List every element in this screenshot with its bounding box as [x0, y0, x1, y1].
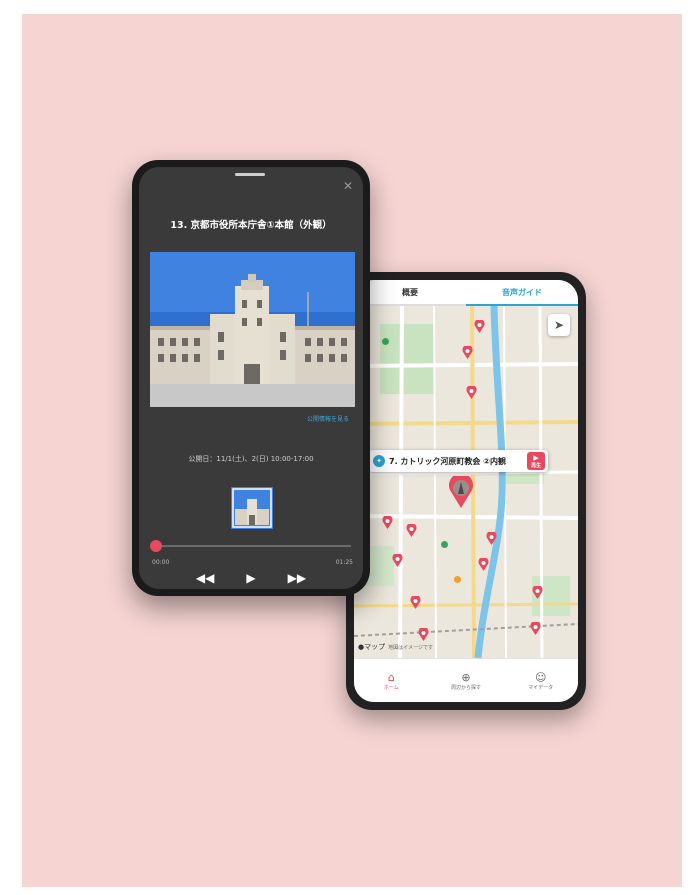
map-note: 地図はイメージです — [388, 645, 434, 651]
shop-icon — [454, 576, 461, 583]
fast-forward-icon[interactable]: ▶▶ — [288, 571, 306, 585]
park-icon — [382, 338, 389, 345]
audio-title: 13. 京都市役所本庁舎①本館（外観） — [170, 220, 332, 231]
sheet-handle[interactable] — [235, 173, 265, 176]
poi-pin[interactable] — [466, 386, 477, 399]
progress-knob[interactable] — [150, 540, 162, 552]
tab-overview[interactable]: 概要 — [354, 280, 466, 306]
player-controls: ◀◀ ▶ ▶▶ — [139, 571, 363, 585]
nav-nearby[interactable]: ⊕ 周辺から探す — [429, 659, 504, 702]
nav-home-label: ホーム — [383, 685, 399, 691]
callout-label: 7. カトリック河原町教会 ②内観 — [389, 456, 506, 466]
poi-pin[interactable] — [486, 532, 497, 545]
map-footer: ●マップ 地図はイメージです — [358, 642, 433, 652]
spot-callout[interactable]: ✦ 7. カトリック河原町教会 ②内観 ▶ 再生 — [368, 450, 548, 472]
open-hours: 公開日：11/1(土)、2(日) 10:00-17:00 — [188, 455, 314, 463]
map-screen: 概要 音声ガイド ➤ ✦ 7. カトリック河原町教会 ②内観 ▶ 再生 ●マップ… — [354, 280, 578, 702]
poi-pin[interactable] — [474, 320, 485, 333]
guide-icon: ✦ — [373, 455, 385, 467]
rewind-icon[interactable]: ◀◀ — [196, 571, 214, 585]
nav-mydata[interactable]: ☺ マイデータ — [503, 659, 578, 702]
poi-pin[interactable] — [530, 622, 541, 635]
play-label: 再生 — [530, 462, 541, 469]
home-icon: ⌂ — [387, 671, 395, 684]
map-tab-bar: 概要 音声ガイド — [354, 280, 578, 306]
station-icon — [441, 541, 448, 548]
audio-screen: ✕ 13. 京都市役所本庁舎①本館（外観） 公開情報を見る 公開日：11/1(土… — [139, 167, 363, 589]
photo-info-link[interactable]: 公開情報を見る — [307, 414, 349, 423]
bottom-nav: ⌂ ホーム ⊕ 周辺から探す ☺ マイデータ — [354, 658, 578, 702]
poi-pin[interactable] — [410, 596, 421, 609]
poi-pin[interactable] — [406, 524, 417, 537]
map-phone: 概要 音声ガイド ➤ ✦ 7. カトリック河原町教会 ②内観 ▶ 再生 ●マップ… — [346, 272, 586, 710]
play-icon[interactable]: ▶ — [246, 571, 255, 585]
tab-audio-guide[interactable]: 音声ガイド — [466, 280, 578, 306]
map-label: ●マップ — [358, 643, 386, 651]
play-button[interactable]: ▶ 再生 — [527, 452, 545, 470]
user-icon: ☺ — [534, 671, 547, 684]
map-view[interactable]: ➤ ✦ 7. カトリック河原町教会 ②内観 ▶ 再生 ●マップ 地図はイメージで… — [354, 306, 578, 658]
audio-phone: ✕ 13. 京都市役所本庁舎①本館（外観） 公開情報を見る 公開日：11/1(土… — [132, 160, 370, 596]
nav-nearby-label: 周辺から探す — [451, 685, 482, 691]
building-photo — [150, 252, 355, 407]
locate-icon[interactable]: ➤ — [548, 314, 570, 336]
time-current: 00:00 — [152, 559, 170, 566]
close-icon[interactable]: ✕ — [343, 179, 353, 193]
selected-pin[interactable] — [448, 476, 474, 508]
search-nearby-icon: ⊕ — [461, 671, 471, 684]
poi-pin[interactable] — [392, 554, 403, 567]
track-thumbnail[interactable] — [231, 487, 273, 529]
poi-pin[interactable] — [382, 516, 393, 529]
nav-mydata-label: マイデータ — [528, 685, 554, 691]
progress-track[interactable] — [161, 545, 351, 547]
poi-pin[interactable] — [418, 628, 429, 641]
time-total: 01:25 — [335, 559, 353, 566]
poi-pin[interactable] — [462, 346, 473, 359]
poi-pin[interactable] — [478, 558, 489, 571]
nav-home[interactable]: ⌂ ホーム — [354, 659, 429, 702]
poi-pin[interactable] — [532, 586, 543, 599]
